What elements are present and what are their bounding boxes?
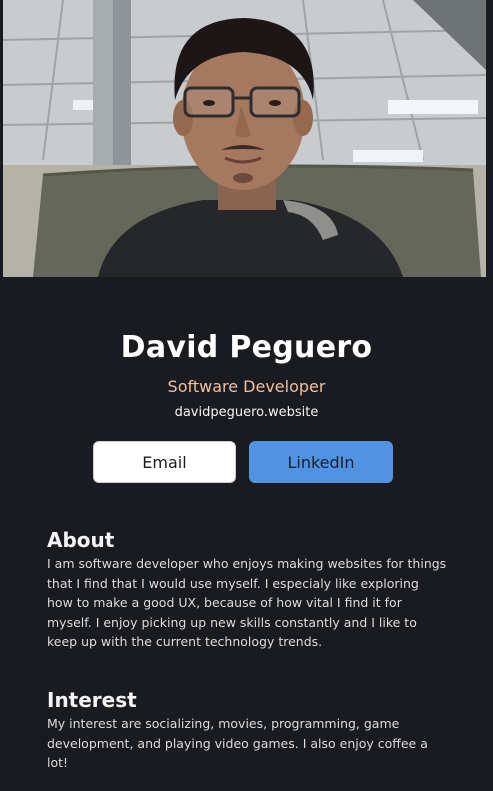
interest-heading: Interest [47,688,137,712]
interest-text: My interest are socializing, movies, pro… [47,716,428,770]
about-section: About I am software developer who enjoys… [47,528,447,652]
profile-card: David Peguero Software Developer davidpe… [0,0,493,791]
profile-role: Software Developer [167,377,326,396]
linkedin-button[interactable]: LinkedIn [249,441,393,483]
interest-section: Interest My interest are socializing, mo… [47,688,447,773]
email-button[interactable]: Email [93,441,236,483]
profile-website[interactable]: davidpeguero.website [0,405,493,420]
about-text: I am software developer who enjoys makin… [47,556,447,649]
profile-name: David Peguero [120,330,373,365]
profile-photo [3,0,486,277]
about-heading: About [47,528,115,552]
